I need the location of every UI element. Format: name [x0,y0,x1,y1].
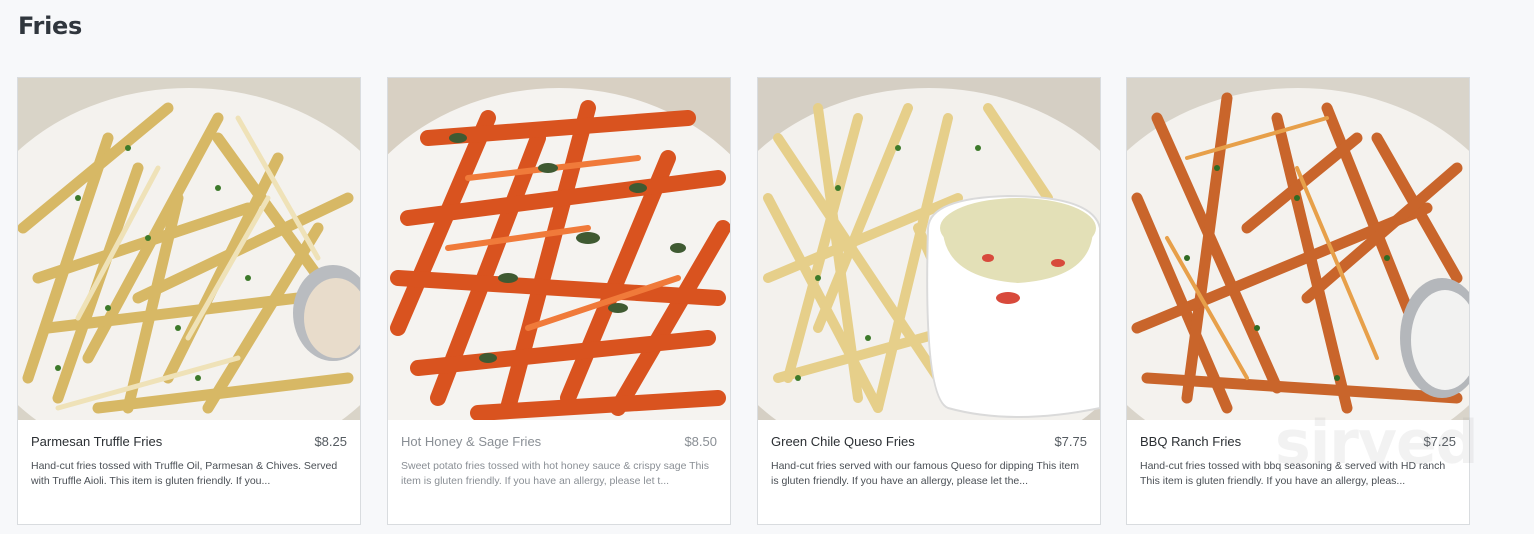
item-description: Hand-cut fries served with our famous Qu… [771,460,1079,487]
food-photo[interactable] [1127,78,1469,420]
item-name: Green Chile Queso Fries [771,434,915,449]
menu-item-card[interactable]: Hot Honey & Sage Fries $8.50 Sweet potat… [387,77,731,525]
item-description: Sweet potato fries tossed with hot honey… [401,460,709,487]
item-name: BBQ Ranch Fries [1140,434,1242,449]
food-photo[interactable] [388,78,730,420]
menu-item-card[interactable]: Parmesan Truffle Fries $8.25 Hand-cut fr… [17,77,361,525]
item-price: $8.25 [314,434,347,449]
watermark: sirved [1275,408,1479,478]
item-price: $8.50 [684,434,717,449]
food-photo[interactable] [758,78,1100,420]
item-name: Parmesan Truffle Fries [31,434,163,449]
section-title: Fries [18,12,82,40]
item-description: Hand-cut fries tossed with Truffle Oil, … [31,460,338,487]
menu-item-card[interactable]: Green Chile Queso Fries $7.75 Hand-cut f… [757,77,1101,525]
item-name: Hot Honey & Sage Fries [401,434,542,449]
food-photo[interactable] [18,78,360,420]
item-price: $7.75 [1054,434,1087,449]
